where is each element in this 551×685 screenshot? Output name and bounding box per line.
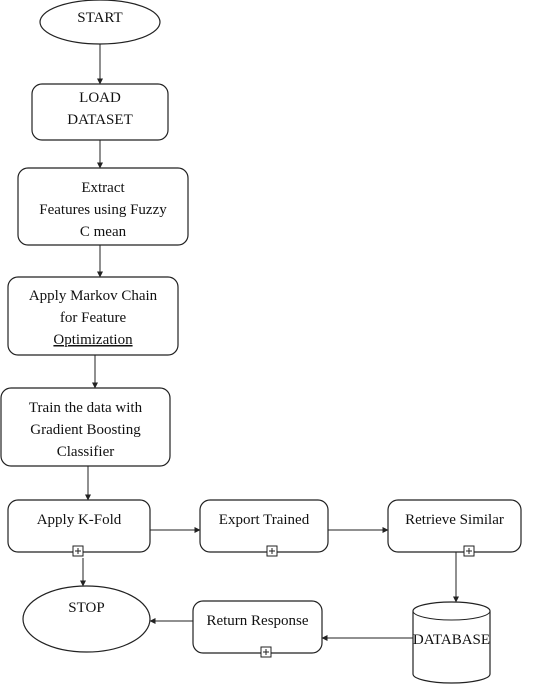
node-response[interactable]: Return Response	[192, 600, 323, 658]
node-label-line: Extract	[81, 180, 125, 196]
node-label-line: Return Response	[206, 613, 308, 629]
node-retrieve[interactable]: Retrieve Similar	[387, 499, 522, 557]
node-label-line: Gradient Boosting	[30, 422, 141, 438]
node-label-line: Retrieve Similar	[405, 512, 504, 528]
flowchart: START LOAD DATASET Extract Features using Fu…	[0, 0, 551, 685]
node-label-line: Classifier	[57, 444, 115, 460]
node-kfold[interactable]: Apply K-Fold	[7, 499, 151, 557]
expand-plus-icon[interactable]	[266, 545, 278, 557]
expand-plus-icon[interactable]	[72, 545, 84, 557]
node-label-line: LOAD	[79, 90, 121, 106]
node-label-line: C mean	[80, 224, 127, 240]
node-database[interactable]: DATABASE	[412, 601, 491, 684]
node-label-line: Features using Fuzzy	[39, 202, 167, 218]
node-label-line: Export Trained	[219, 512, 310, 528]
expand-plus-icon[interactable]	[463, 545, 475, 557]
ellipse-shape	[22, 585, 151, 653]
expand-plus-icon[interactable]	[260, 646, 272, 658]
node-load[interactable]: LOAD DATASET	[31, 83, 169, 141]
node-label-line: STOP	[68, 600, 104, 616]
node-label-line: Apply Markov Chain	[29, 288, 158, 304]
node-start[interactable]: START	[39, 0, 161, 45]
node-label-line: Optimization	[53, 332, 133, 348]
node-label-line: DATABASE	[413, 632, 490, 648]
node-label-line: for Feature	[60, 310, 127, 326]
node-extract[interactable]: Extract Features using Fuzzy C mean	[17, 167, 189, 246]
node-label-line: Apply K-Fold	[37, 512, 122, 528]
node-label-line: Train the data with	[29, 400, 143, 416]
node-label-line: START	[77, 10, 122, 26]
node-label-line: DATASET	[67, 112, 132, 128]
flowchart-canvas: START LOAD DATASET Extract Features using Fu…	[0, 0, 522, 684]
node-stop[interactable]: STOP	[22, 585, 151, 653]
node-train[interactable]: Train the data with Gradient Boosting Clas…	[0, 387, 171, 467]
node-export[interactable]: Export Trained	[199, 499, 329, 557]
node-markov[interactable]: Apply Markov Chain for Feature Optimizatio…	[7, 276, 179, 356]
